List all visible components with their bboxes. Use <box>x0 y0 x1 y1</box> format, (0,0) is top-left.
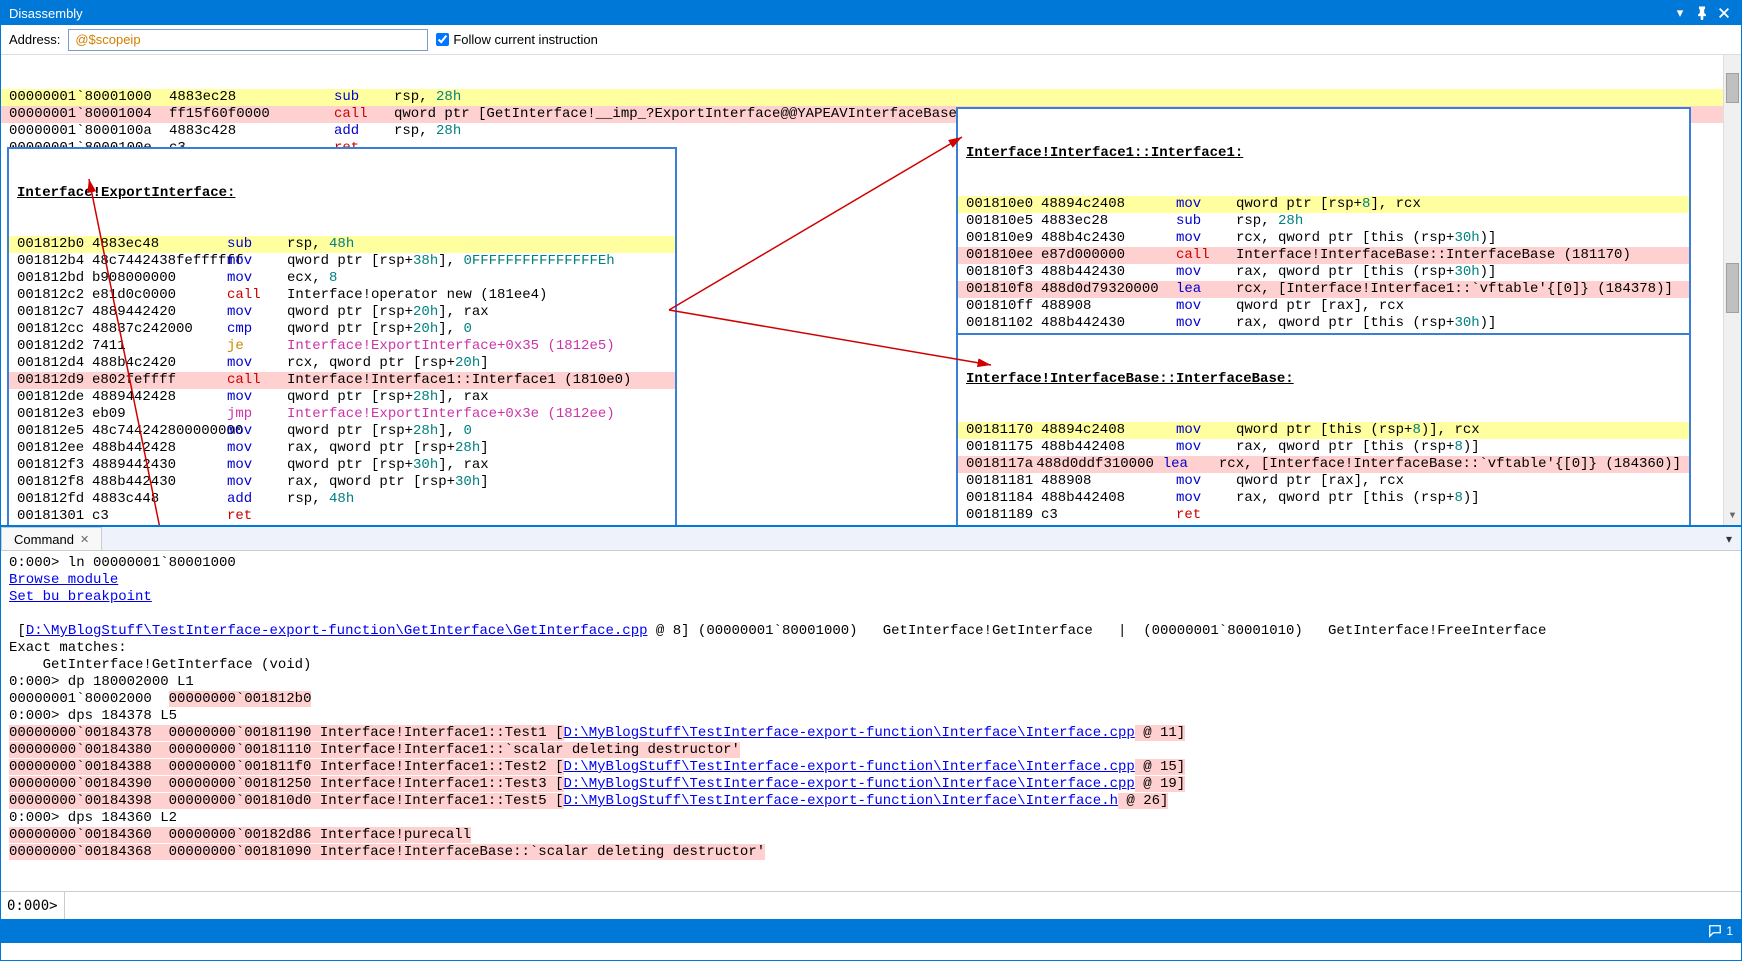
link[interactable]: D:\MyBlogStuff\TestInterface-export-func… <box>564 776 1135 792</box>
address-input[interactable] <box>68 29 428 51</box>
disasm-row[interactable]: 001810ff488908movqword ptr [rax], rcx <box>958 298 1689 315</box>
command-line: 0:000> dps 184378 L5 <box>9 708 1733 725</box>
disasm-row[interactable]: 001810e048894c2408movqword ptr [rsp+8], … <box>958 196 1689 213</box>
function-header: Interface!Interface1::Interface1: <box>958 145 1689 162</box>
tab-label: Command <box>14 532 74 547</box>
command-line: 00000000`00184378 00000000`00181190 Inte… <box>9 725 1733 742</box>
disasm-row[interactable]: 001812c2e81d0c0000callInterface!operator… <box>9 287 675 304</box>
disasm-row[interactable]: 001810f3488b442430movrax, qword ptr [thi… <box>958 264 1689 281</box>
command-tabbar: Command ✕ ▾ <box>1 527 1741 551</box>
command-line: 00000000`00184360 00000000`00182d86 Inte… <box>9 827 1733 844</box>
disasm-row[interactable]: 001812bdb908000000movecx, 8 <box>9 270 675 287</box>
command-pane: Command ✕ ▾ 0:000> ln 00000001`80001000B… <box>1 525 1741 919</box>
function-header: Interface!InterfaceBase::InterfaceBase: <box>958 371 1689 388</box>
command-input-bar: 0:000> <box>1 891 1741 919</box>
link[interactable]: D:\MyBlogStuff\TestInterface-export-func… <box>564 759 1135 775</box>
disasm-row[interactable]: 00181301c3ret <box>9 508 675 525</box>
vertical-scrollbar[interactable]: ▴ ▾ <box>1723 55 1741 525</box>
disasm-row[interactable]: 001812ee488b442428movrax, qword ptr [rsp… <box>9 440 675 457</box>
status-count: 1 <box>1726 924 1733 938</box>
follow-label: Follow current instruction <box>453 32 598 47</box>
disasm-row[interactable]: 00000001`800010004883ec28subrsp, 28h <box>1 89 1741 106</box>
disasm-row[interactable]: 00181102488b442430movrax, qword ptr [thi… <box>958 315 1689 332</box>
tab-command[interactable]: Command ✕ <box>1 527 102 550</box>
disasm-row[interactable]: 001812fd4883c448addrsp, 48h <box>9 491 675 508</box>
disasm-row[interactable]: 001810e54883ec28subrsp, 28h <box>958 213 1689 230</box>
disasm-row[interactable]: 001812d9e802feffffcallInterface!Interfac… <box>9 372 675 389</box>
command-line: 0:000> dp 180002000 L1 <box>9 674 1733 691</box>
address-toolbar: Address: Follow current instruction <box>1 25 1741 55</box>
link[interactable]: Browse module <box>9 572 118 588</box>
scroll-thumb[interactable] <box>1726 73 1739 103</box>
follow-checkbox[interactable] <box>436 33 449 46</box>
disasm-row[interactable]: 00181184488b442408movrax, qword ptr [thi… <box>958 490 1689 507</box>
disassembly-pane: 00000001`800010004883ec28subrsp, 28h0000… <box>1 55 1741 525</box>
disasm-box-interfacebase: Interface!InterfaceBase::InterfaceBase: … <box>956 333 1691 525</box>
command-output[interactable]: 0:000> ln 00000001`80001000Browse module… <box>1 551 1741 891</box>
window-close-icon[interactable] <box>1715 4 1733 22</box>
link[interactable]: D:\MyBlogStuff\TestInterface-export-func… <box>26 623 648 639</box>
command-line: 00000000`00184380 00000000`00181110 Inte… <box>9 742 1733 759</box>
window-pin-icon[interactable] <box>1693 4 1711 22</box>
command-line: Exact matches: <box>9 640 1733 657</box>
command-line: 00000000`00184388 00000000`001811f0 Inte… <box>9 759 1733 776</box>
command-line: 00000000`00184390 00000000`00181250 Inte… <box>9 776 1733 793</box>
disasm-row[interactable]: 001812e548c744242800000000movqword ptr [… <box>9 423 675 440</box>
disasm-row[interactable]: 0018117048894c2408movqword ptr [this (rs… <box>958 422 1689 439</box>
command-prompt: 0:000> <box>1 892 65 919</box>
disasm-row[interactable]: 00181175488b442408movrax, qword ptr [thi… <box>958 439 1689 456</box>
title-bar: Disassembly ▾ <box>1 1 1741 25</box>
disasm-row[interactable]: 001810e9488b4c2430movrcx, qword ptr [thi… <box>958 230 1689 247</box>
disasm-row[interactable]: 001812f34889442430movqword ptr [rsp+30h]… <box>9 457 675 474</box>
disasm-row[interactable]: 001812b04883ec48subrsp, 48h <box>9 236 675 253</box>
disasm-row[interactable]: 001812d27411jeInterface!ExportInterface+… <box>9 338 675 355</box>
disasm-row[interactable]: 001812d4488b4c2420movrcx, qword ptr [rsp… <box>9 355 675 372</box>
command-line: [D:\MyBlogStuff\TestInterface-export-fun… <box>9 623 1733 640</box>
command-line: Set bu breakpoint <box>9 589 1733 606</box>
disasm-row[interactable]: 001812b448c7442438feffffffmovqword ptr [… <box>9 253 675 270</box>
disasm-row[interactable]: 001812f8488b442430movrax, qword ptr [rsp… <box>9 474 675 491</box>
function-header: Interface!ExportInterface: <box>9 185 675 202</box>
scroll-down-icon[interactable]: ▾ <box>1724 507 1741 525</box>
disasm-row[interactable]: 00181189c3ret <box>958 507 1689 524</box>
tabbar-dropdown-icon[interactable]: ▾ <box>1721 531 1737 547</box>
status-messages[interactable]: 1 <box>1708 924 1733 938</box>
disasm-row[interactable]: 001812c74889442420movqword ptr [rsp+20h]… <box>9 304 675 321</box>
disasm-row[interactable]: 0018117a488d0ddf310000learcx, [Interface… <box>958 456 1689 473</box>
disasm-row[interactable]: 001810f8488d0d79320000learcx, [Interface… <box>958 281 1689 298</box>
scroll-handle[interactable] <box>1726 263 1739 313</box>
command-line: 0:000> dps 184360 L2 <box>9 810 1733 827</box>
command-line <box>9 606 1733 623</box>
window-dropdown-icon[interactable]: ▾ <box>1671 4 1689 22</box>
disasm-row[interactable]: 001812e3eb09jmpInterface!ExportInterface… <box>9 406 675 423</box>
disasm-row[interactable]: 001810eee87d000000callInterface!Interfac… <box>958 247 1689 264</box>
command-line: 00000000`00184368 00000000`00181090 Inte… <box>9 844 1733 861</box>
address-label: Address: <box>9 32 60 47</box>
link[interactable]: D:\MyBlogStuff\TestInterface-export-func… <box>564 793 1119 809</box>
disasm-row[interactable]: 001812cc48837c242000cmpqword ptr [rsp+20… <box>9 321 675 338</box>
link[interactable]: Set bu breakpoint <box>9 589 152 605</box>
command-input[interactable] <box>65 892 1741 919</box>
chat-icon <box>1708 924 1722 938</box>
command-line: Browse module <box>9 572 1733 589</box>
command-line: 0:000> ln 00000001`80001000 <box>9 555 1733 572</box>
tab-close-icon[interactable]: ✕ <box>80 533 89 546</box>
command-line: 00000001`80002000 00000000`001812b0 <box>9 691 1733 708</box>
disasm-row[interactable]: 0018118accint 3 <box>958 524 1689 525</box>
status-bar: 1 <box>1 919 1741 943</box>
disasm-box-exportinterface: Interface!ExportInterface: 001812b04883e… <box>7 147 677 525</box>
window-title: Disassembly <box>9 6 83 21</box>
disasm-row[interactable]: 001812de4889442428movqword ptr [rsp+28h]… <box>9 389 675 406</box>
link[interactable]: D:\MyBlogStuff\TestInterface-export-func… <box>564 725 1135 741</box>
command-line: 00000000`00184398 00000000`001810d0 Inte… <box>9 793 1733 810</box>
disasm-row[interactable]: 00181181488908movqword ptr [rax], rcx <box>958 473 1689 490</box>
command-line: GetInterface!GetInterface (void) <box>9 657 1733 674</box>
